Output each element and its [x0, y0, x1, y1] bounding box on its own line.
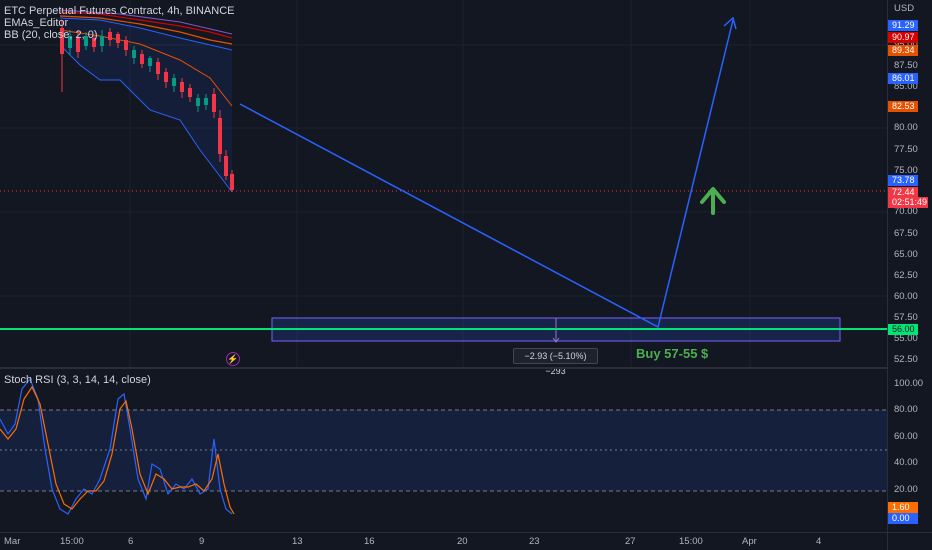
time-tick: 13	[292, 536, 303, 547]
stoch-d-label: 0.00	[888, 513, 918, 524]
ema-price-label: 89.34	[888, 45, 918, 56]
price-tick: 77.50	[894, 144, 918, 155]
indicator-legend-bb[interactable]: BB (20, close, 2, 0)	[4, 29, 98, 41]
price-tick: 80.00	[894, 122, 918, 133]
forecast-path[interactable]	[239, 19, 734, 329]
price-tick: 57.50	[894, 312, 918, 323]
osc-tick: 100.00	[894, 378, 924, 389]
ema-price-label: 90.97	[888, 32, 918, 43]
bb-basis-price-label: 82.53	[888, 101, 918, 112]
bb-lower-price-label: 73.78	[888, 175, 918, 186]
price-tick: 62.50	[894, 270, 918, 281]
support-price-label: 56.00	[888, 324, 918, 335]
time-tick: 20	[457, 536, 468, 547]
bb-upper-price-label: 86.01	[888, 73, 918, 84]
price-tick: 60.00	[894, 291, 918, 302]
time-tick: 15:00	[679, 536, 703, 547]
time-tick: Mar	[4, 536, 21, 547]
price-tick: 52.50	[894, 354, 918, 365]
time-tick: Apr	[742, 536, 757, 547]
time-tick: 6	[128, 536, 134, 547]
time-tick: 27	[625, 536, 636, 547]
stoch-rsi-pane[interactable]	[0, 369, 887, 532]
time-axis-border	[0, 532, 932, 533]
indicator-legend-emas[interactable]: EMAs_Editor	[4, 17, 68, 29]
time-tick: 16	[364, 536, 375, 547]
symbol-legend[interactable]: ETC Perpetual Futures Contract, 4h, BINA…	[4, 5, 234, 17]
time-tick: 23	[529, 536, 540, 547]
osc-tick: 40.00	[894, 457, 918, 468]
price-tick: 87.50	[894, 60, 918, 71]
osc-tick: 60.00	[894, 431, 918, 442]
pane-separator[interactable]	[0, 367, 887, 369]
time-tick: 4	[816, 536, 822, 547]
measure-label: −2.93 (−5.10%) −293	[513, 348, 598, 376]
time-tick: 15:00	[60, 536, 84, 547]
stoch-k-label: 1.60	[888, 502, 918, 513]
osc-tick: 20.00	[894, 484, 918, 495]
price-tick: 55.00	[894, 333, 918, 344]
price-tick: 67.50	[894, 228, 918, 239]
price-chart-pane[interactable]	[0, 0, 887, 368]
price-tick: 65.00	[894, 249, 918, 260]
price-tick: 70.00	[894, 206, 918, 217]
forecast-arrowhead	[723, 16, 737, 30]
osc-tick: 80.00	[894, 404, 918, 415]
time-tick: 9	[199, 536, 205, 547]
lightning-icon[interactable]: ⚡	[226, 352, 240, 366]
stoch-rsi-legend[interactable]: Stoch RSI (3, 3, 14, 14, close)	[4, 374, 151, 386]
up-arrow-icon	[700, 187, 726, 215]
currency-label[interactable]: USD	[889, 4, 932, 14]
bar-countdown-label: 02:51:49	[888, 197, 928, 208]
ema-price-label: 91.29	[888, 20, 918, 31]
buy-annotation-text[interactable]: Buy 57-55 $	[636, 346, 708, 361]
